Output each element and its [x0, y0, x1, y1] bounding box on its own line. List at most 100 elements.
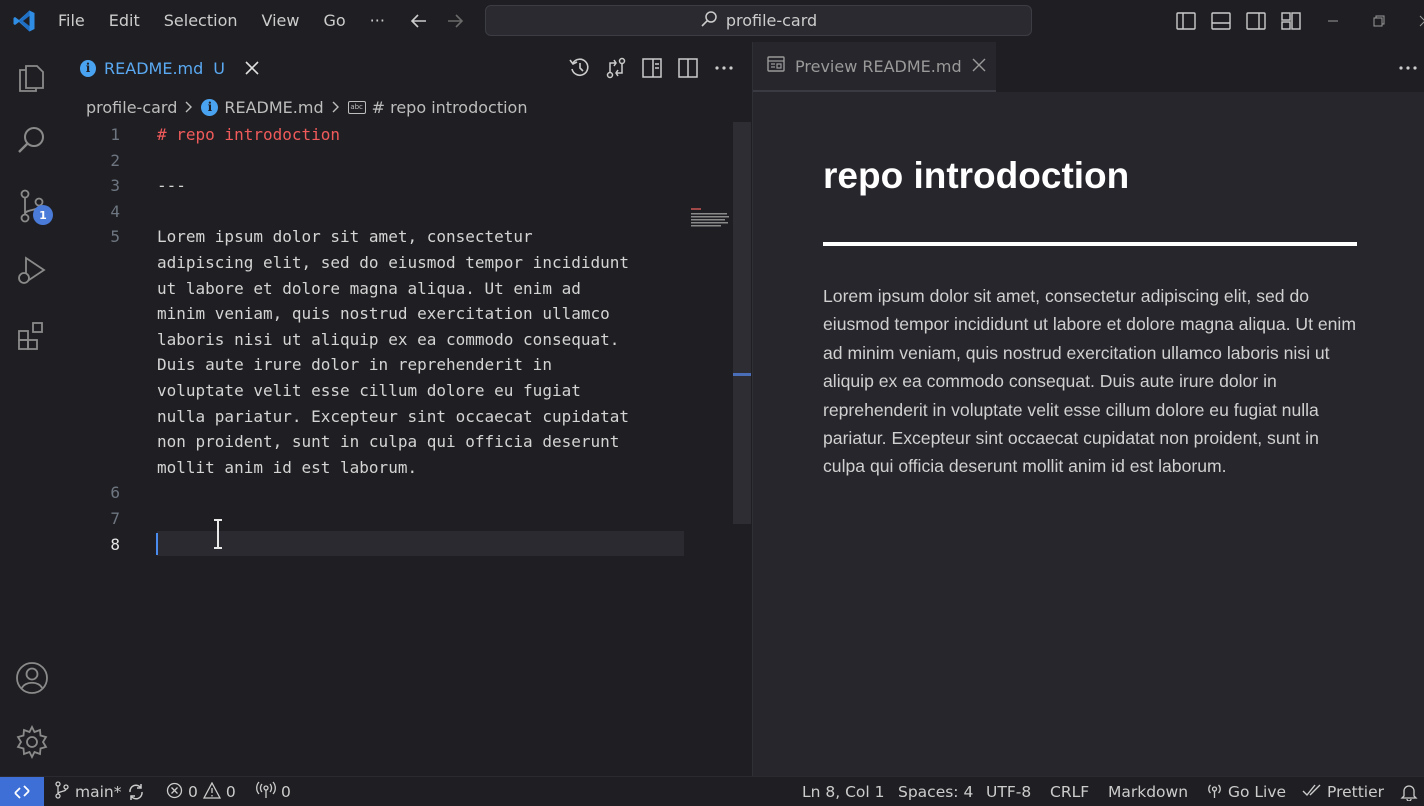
code-line[interactable]: nulla pariatur. Excepteur sint occaecat …: [64, 404, 752, 430]
minimap[interactable]: [691, 207, 729, 229]
layout-controls: [1172, 7, 1304, 34]
line-text: Duis aute irure dolor in reprehenderit i…: [157, 355, 552, 375]
remote-indicator-icon[interactable]: [0, 777, 44, 806]
branch-indicator[interactable]: main*: [54, 777, 121, 806]
line-text: Lorem ipsum dolor sit amet, consectetur: [157, 227, 533, 247]
breadcrumb-folder[interactable]: profile-card: [86, 98, 177, 117]
ibeam-cursor-icon: [211, 518, 225, 550]
toggle-primary-sidebar-icon[interactable]: [1172, 7, 1199, 34]
line-number: 6: [110, 483, 120, 503]
forward-arrow-icon[interactable]: [442, 8, 468, 34]
file-encoding[interactable]: UTF-8: [986, 777, 1031, 806]
notifications-bell-icon[interactable]: [1400, 777, 1418, 806]
menu-go[interactable]: Go: [311, 7, 357, 35]
indentation[interactable]: Spaces: 4: [898, 777, 973, 806]
code-line[interactable]: 8: [64, 532, 752, 558]
line-text: adipiscing elit, sed do eiusmod tempor i…: [157, 253, 630, 272]
go-live-button[interactable]: Go Live: [1206, 777, 1286, 806]
breadcrumb-symbol[interactable]: # repo introdoction: [372, 98, 528, 117]
toggle-secondary-sidebar-icon[interactable]: [1242, 7, 1269, 34]
double-check-icon: [1302, 783, 1322, 801]
menu-edit[interactable]: Edit: [97, 7, 152, 35]
preview-horizontal-rule: [823, 242, 1357, 246]
more-actions-icon[interactable]: [711, 55, 737, 81]
code-line[interactable]: 4: [64, 199, 752, 225]
minimize-icon[interactable]: [1310, 0, 1356, 42]
menu-view[interactable]: View: [250, 7, 312, 35]
open-preview-to-side-icon[interactable]: [639, 55, 665, 81]
ports-indicator[interactable]: 0: [256, 777, 291, 806]
code-line[interactable]: minim veniam, quis nostrud exercitation …: [64, 301, 752, 327]
code-line[interactable]: 6: [64, 480, 752, 506]
back-arrow-icon[interactable]: [406, 8, 432, 34]
chevron-right-icon: [183, 100, 195, 114]
menu-selection[interactable]: Selection: [152, 7, 250, 35]
sync-icon[interactable]: [127, 777, 145, 806]
error-icon: [166, 782, 183, 803]
tab-preview-readme[interactable]: Preview README.md: [753, 42, 996, 92]
menu-more[interactable]: ···: [358, 7, 397, 35]
line-number: 7: [110, 509, 120, 528]
close-icon[interactable]: [243, 59, 260, 77]
customize-layout-icon[interactable]: [1277, 7, 1304, 34]
menu-file[interactable]: File: [46, 7, 97, 35]
line-text: nulla pariatur. Excepteur sint occaecat …: [157, 406, 630, 426]
go-live-label: Go Live: [1228, 783, 1287, 801]
code-line[interactable]: mollit anim id est laborum.: [64, 455, 752, 481]
account-icon[interactable]: [0, 650, 64, 706]
restore-icon[interactable]: [1356, 0, 1402, 42]
cursor-position[interactable]: Ln 8, Col 1: [802, 777, 885, 806]
warning-count: 0: [225, 783, 236, 801]
markdown-preview: repo introdoction Lorem ipsum dolor sit …: [823, 152, 1357, 481]
preview-paragraph: Lorem ipsum dolor sit amet, consectetur …: [823, 286, 1357, 477]
code-line[interactable]: 7: [64, 506, 752, 532]
vertical-scrollbar-thumb[interactable]: [733, 122, 751, 524]
vscode-logo-icon[interactable]: [12, 9, 36, 33]
command-center-search[interactable]: profile-card: [485, 5, 1032, 36]
source-control-icon[interactable]: [0, 178, 64, 234]
language-mode[interactable]: Markdown: [1108, 777, 1188, 806]
line-text: ---: [157, 176, 186, 196]
code-line[interactable]: non proident, sunt in culpa qui officia …: [64, 429, 752, 455]
code-line[interactable]: 3 ---: [64, 173, 752, 199]
prettier-label: Prettier: [1327, 783, 1385, 801]
breadcrumb-file[interactable]: README.md: [224, 98, 323, 117]
tab-readme[interactable]: i README.md U: [64, 42, 260, 92]
settings-gear-icon[interactable]: [0, 714, 64, 770]
code-line[interactable]: voluptate velit esse cillum dolore eu fu…: [64, 378, 752, 404]
run-debug-icon[interactable]: [0, 242, 64, 298]
end-of-line[interactable]: CRLF: [1050, 777, 1089, 806]
code-line[interactable]: 2: [64, 148, 752, 174]
search-icon[interactable]: [0, 112, 64, 168]
editor-group: i README.md U profile-card i README.md a…: [64, 42, 752, 776]
prettier-button[interactable]: Prettier: [1302, 777, 1384, 806]
info-icon: i: [201, 98, 219, 116]
explorer-icon[interactable]: [0, 48, 64, 104]
open-changes-icon[interactable]: [603, 55, 629, 81]
code-line[interactable]: laboris nisi ut aliquip ex ea commodo co…: [64, 327, 752, 353]
error-count: 0: [188, 783, 198, 801]
code-line[interactable]: ut labore et dolore magna aliqua. Ut eni…: [64, 276, 752, 302]
preview-heading: repo introdoction: [823, 155, 1130, 196]
problems-indicator[interactable]: 0 0: [166, 777, 236, 806]
toggle-panel-icon[interactable]: [1207, 7, 1234, 34]
close-icon[interactable]: [972, 57, 986, 76]
split-editor-icon[interactable]: [675, 55, 701, 81]
close-window-icon[interactable]: [1402, 0, 1424, 42]
line-number: 2: [110, 150, 120, 170]
line-number: 5: [110, 227, 120, 247]
line-text: mollit anim id est laborum.: [157, 457, 418, 477]
activity-bar: 1: [0, 42, 64, 776]
code-line[interactable]: 5 Lorem ipsum dolor sit amet, consectetur: [64, 224, 752, 250]
line-text: non proident, sunt in culpa qui officia …: [157, 432, 620, 452]
extensions-icon[interactable]: [0, 308, 64, 364]
code-editor[interactable]: 1 # repo introdoction 2 3 --- 4 5 Lorem ipsum d…: [64, 122, 752, 776]
editor-actions: [567, 55, 737, 81]
title-bar: File Edit Selection View Go ··· profile-…: [0, 0, 1424, 42]
code-line[interactable]: Duis aute irure dolor in reprehenderit i…: [64, 352, 752, 378]
preview-icon: [767, 56, 785, 76]
timeline-history-icon[interactable]: [567, 55, 593, 81]
code-line[interactable]: adipiscing elit, sed do eiusmod tempor i…: [64, 250, 752, 276]
code-line[interactable]: 1 # repo introdoction: [64, 122, 752, 148]
more-actions-icon[interactable]: [1395, 55, 1421, 81]
